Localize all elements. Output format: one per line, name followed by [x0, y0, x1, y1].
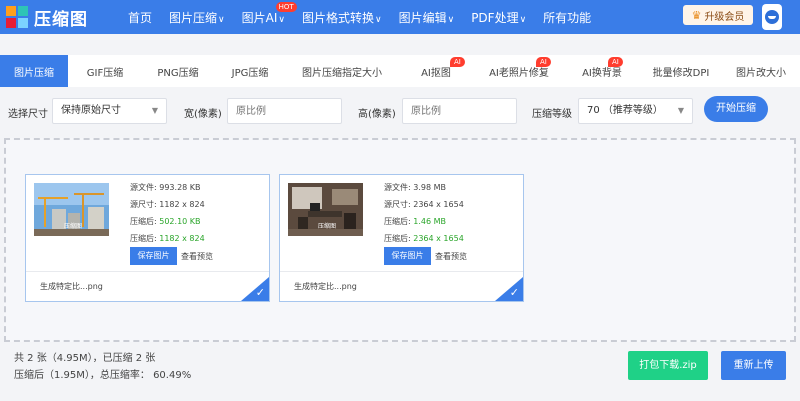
ai-badge: AI: [608, 57, 623, 67]
watermark-text: 压缩图: [318, 223, 337, 230]
source-size: 3.98 MB: [413, 183, 446, 192]
logo-text: 压缩图: [34, 9, 88, 30]
compressed-size: 1.46 MB: [413, 217, 446, 226]
caret-down-icon: ▼: [151, 106, 158, 115]
tool-tabs: 图片压缩 GIF压缩 PNG压缩 JPG压缩 图片压缩指定大小 AI抠图 AI A…: [0, 55, 800, 87]
logo-icon: [6, 6, 28, 28]
source-size: 993.28 KB: [159, 183, 201, 192]
level-label: 压缩等级: [532, 109, 572, 120]
upgrade-vip-button[interactable]: ♛ 升级会员: [683, 5, 753, 25]
hot-badge: HOT: [275, 1, 297, 12]
chevron-down-icon: ∨: [374, 14, 382, 25]
size-label: 选择尺寸: [8, 109, 48, 120]
watermark-text: 压缩图: [64, 223, 83, 230]
nav-image-edit[interactable]: 图片编辑∨: [399, 9, 455, 26]
level-select[interactable]: 70 （推荐等级） ▼: [578, 98, 693, 124]
chevron-down-icon: ∨: [519, 14, 527, 25]
file-card: 压缩图 源文件: 3.98 MB 源尺寸: 2364 x 1654 压缩后: 1…: [279, 174, 524, 302]
tab-ai-photo-restore[interactable]: AI老照片修复 AI: [474, 55, 564, 87]
upload-dropzone[interactable]: 压缩图 源文件: 993.28 KB 源尺寸: 1182 x 824 压缩后: …: [4, 138, 796, 342]
file-thumbnail[interactable]: 压缩图: [34, 183, 109, 236]
nav-image-ai[interactable]: 图片AI∨ HOT: [242, 1, 297, 26]
compression-summary: 共 2 张（4.95M），已压缩 2 张 压缩后（1.95M），总压缩率： 60…: [14, 350, 191, 384]
file-name: 生成特定比...png: [294, 282, 357, 291]
logo[interactable]: 压缩图: [6, 4, 88, 30]
tab-resize[interactable]: 图片改大小: [722, 55, 800, 87]
compressed-dimensions: 2364 x 1654: [413, 234, 464, 243]
crown-icon: ♛: [691, 8, 702, 22]
download-zip-button[interactable]: 打包下载.zip: [628, 351, 708, 380]
check-icon: ✓: [509, 286, 519, 299]
save-image-button[interactable]: 保存图片: [130, 247, 177, 265]
nav-home[interactable]: 首页: [128, 9, 152, 26]
chevron-down-icon: ∨: [218, 14, 225, 25]
nav-image-compress[interactable]: 图片压缩∨: [169, 9, 225, 26]
file-name: 生成特定比...png: [40, 282, 103, 291]
top-nav-bar: 压缩图 首页 图片压缩∨ 图片AI∨ HOT 图片格式转换∨ 图片编辑∨ PDF处…: [0, 0, 800, 34]
nav-all-features[interactable]: 所有功能: [543, 9, 591, 26]
reupload-button[interactable]: 重新上传: [721, 351, 786, 380]
card-divider: [280, 271, 523, 272]
caret-down-icon: ▼: [677, 106, 684, 115]
main-nav: 首页 图片压缩∨ 图片AI∨ HOT 图片格式转换∨ 图片编辑∨ PDF处理∨ 所…: [128, 0, 608, 34]
tab-batch-dpi[interactable]: 批量修改DPI: [640, 55, 722, 87]
height-label: 高(像素): [358, 109, 396, 120]
summary-count: 共 2 张（4.95M），已压缩 2 张: [14, 353, 156, 364]
avatar[interactable]: [762, 4, 782, 30]
file-info: 源文件: 3.98 MB 源尺寸: 2364 x 1654 压缩后: 1.46 …: [384, 183, 464, 243]
tab-png-compress[interactable]: PNG压缩: [142, 55, 214, 87]
tab-ai-cutout[interactable]: AI抠图 AI: [398, 55, 474, 87]
tab-gif-compress[interactable]: GIF压缩: [68, 55, 142, 87]
ai-badge: AI: [536, 57, 551, 67]
ai-badge: AI: [450, 57, 465, 67]
card-divider: [26, 271, 269, 272]
check-icon: ✓: [255, 286, 265, 299]
tab-compress-to-size[interactable]: 图片压缩指定大小: [286, 55, 398, 87]
width-input[interactable]: [227, 98, 342, 124]
compressed-size: 502.10 KB: [159, 217, 201, 226]
view-preview-link[interactable]: 查看预览: [181, 251, 213, 262]
width-label: 宽(像素): [184, 109, 222, 120]
file-thumbnail[interactable]: 压缩图: [288, 183, 363, 236]
size-select[interactable]: 保持原始尺寸 ▼: [52, 98, 167, 124]
chevron-down-icon: ∨: [278, 14, 285, 25]
chevron-down-icon: ∨: [447, 14, 455, 25]
compressed-dimensions: 1182 x 824: [159, 234, 205, 243]
nav-format-convert[interactable]: 图片格式转换∨: [302, 9, 382, 26]
file-info: 源文件: 993.28 KB 源尺寸: 1182 x 824 压缩后: 502.…: [130, 183, 205, 243]
view-preview-link[interactable]: 查看预览: [435, 251, 467, 262]
tab-ai-background[interactable]: AI换背景 AI: [564, 55, 640, 87]
nav-pdf[interactable]: PDF处理∨: [471, 9, 526, 26]
source-dimensions: 1182 x 824: [159, 200, 205, 209]
compress-settings: 选择尺寸 保持原始尺寸 ▼ 宽(像素) 高(像素) 压缩等级 70 （推荐等级）…: [0, 93, 800, 129]
start-compress-button[interactable]: 开始压缩: [704, 96, 768, 122]
height-input[interactable]: [402, 98, 517, 124]
tab-image-compress[interactable]: 图片压缩: [0, 55, 68, 87]
summary-ratio: 压缩后（1.95M），总压缩率： 60.49%: [14, 370, 192, 381]
save-image-button[interactable]: 保存图片: [384, 247, 431, 265]
source-dimensions: 2364 x 1654: [413, 200, 464, 209]
tab-jpg-compress[interactable]: JPG压缩: [214, 55, 286, 87]
file-card: 压缩图 源文件: 993.28 KB 源尺寸: 1182 x 824 压缩后: …: [25, 174, 270, 302]
